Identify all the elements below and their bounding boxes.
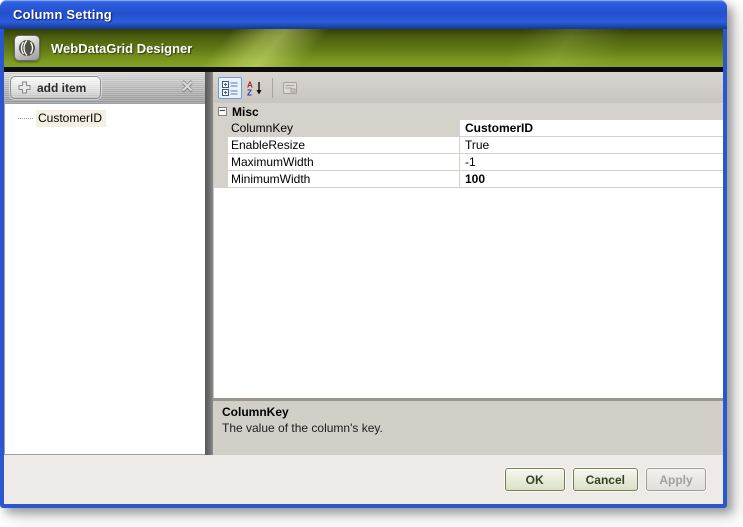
panel-divider[interactable]: [205, 72, 213, 455]
cancel-button[interactable]: Cancel: [573, 468, 638, 491]
description-text: The value of the column's key.: [222, 421, 714, 435]
webdatagrid-designer-icon: [14, 35, 40, 61]
property-name: MinimumWidth: [228, 171, 310, 187]
designer-banner: WebDataGrid Designer: [4, 29, 723, 67]
property-value[interactable]: 100: [459, 171, 723, 187]
category-label: Misc: [232, 105, 259, 119]
property-value[interactable]: True: [459, 137, 723, 153]
property-name: EnableResize: [228, 137, 305, 153]
property-name: MaximumWidth: [228, 154, 314, 170]
property-row-columnkey[interactable]: ColumnKey CustomerID: [214, 120, 723, 137]
property-grid-toolbar: A Z: [213, 72, 723, 103]
property-row-minimumwidth[interactable]: MinimumWidth 100: [214, 171, 723, 188]
add-item-button[interactable]: add item: [10, 76, 101, 99]
property-row-enableresize[interactable]: EnableResize True: [214, 137, 723, 154]
columns-toolbar: add item ✕: [4, 72, 205, 103]
apply-button: Apply: [646, 468, 706, 491]
property-row-maximumwidth[interactable]: MaximumWidth -1: [214, 154, 723, 171]
category-row-misc[interactable]: − Misc: [214, 103, 723, 120]
banner-title: WebDataGrid Designer: [51, 41, 192, 56]
alphabetical-sort-button[interactable]: A Z: [243, 77, 267, 99]
globe-logo-icon: [18, 39, 36, 57]
property-panel: A Z − Misc: [213, 72, 723, 455]
categorized-icon: [222, 80, 238, 96]
dialog-footer: OK Cancel Apply: [4, 455, 723, 504]
toolbar-separator: [272, 78, 273, 98]
property-grid-empty-area: [214, 188, 723, 398]
row-indent: [214, 171, 228, 187]
property-grid: − Misc ColumnKey CustomerID EnableResize…: [213, 103, 723, 398]
property-value[interactable]: -1: [459, 154, 723, 170]
titlebar[interactable]: Column Setting: [0, 0, 727, 29]
plus-icon: [18, 81, 31, 94]
column-setting-dialog: Column Setting WebDataGrid Designer add …: [0, 0, 727, 508]
column-list: CustomerID: [4, 103, 205, 455]
window-title: Column Setting: [13, 7, 112, 22]
svg-text:Z: Z: [247, 88, 252, 96]
description-title: ColumnKey: [222, 405, 714, 419]
list-item-customerid[interactable]: CustomerID: [5, 110, 205, 127]
az-sort-icon: A Z: [247, 80, 263, 96]
list-item-label: CustomerID: [36, 110, 106, 127]
row-indent: [214, 137, 228, 153]
dialog-body: add item ✕ CustomerID: [4, 72, 723, 455]
collapse-icon[interactable]: −: [218, 107, 227, 116]
ok-button[interactable]: OK: [505, 468, 565, 491]
property-pages-icon: [282, 81, 298, 95]
columns-panel: add item ✕ CustomerID: [4, 72, 205, 455]
property-name: ColumnKey: [228, 120, 293, 136]
property-description-pane: ColumnKey The value of the column's key.: [213, 398, 723, 455]
row-indent: [214, 120, 228, 136]
property-value[interactable]: CustomerID: [459, 120, 723, 136]
row-indent: [214, 154, 228, 170]
delete-item-icon[interactable]: ✕: [181, 77, 194, 97]
categorized-view-button[interactable]: [218, 77, 242, 99]
add-item-label: add item: [37, 81, 86, 95]
property-pages-button: [278, 77, 302, 99]
